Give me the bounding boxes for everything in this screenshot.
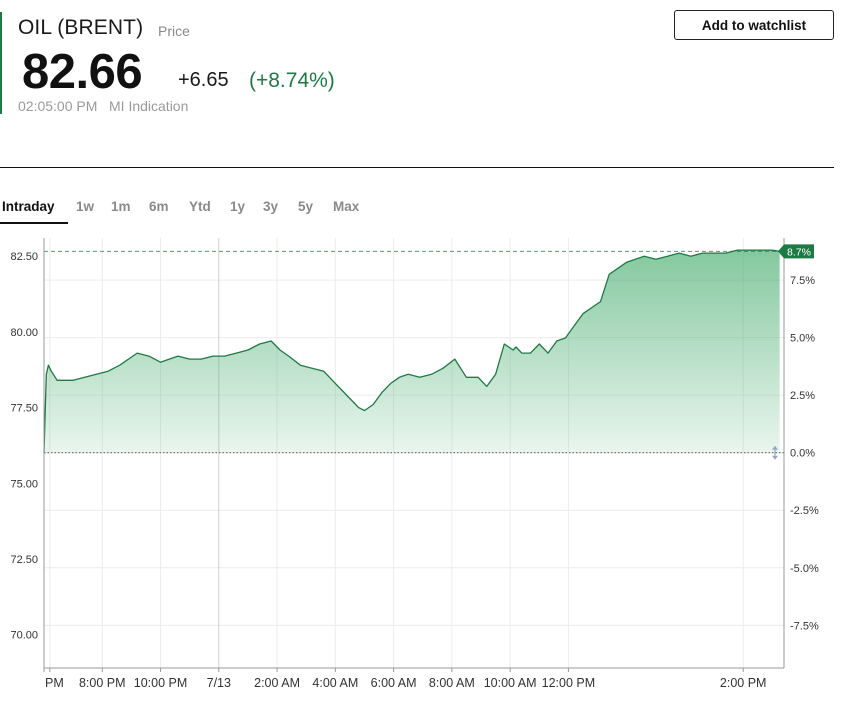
active-tab-indicator bbox=[0, 222, 68, 224]
quote-accent-bar bbox=[0, 12, 2, 114]
x-tick-label: 4:00 AM bbox=[312, 676, 358, 690]
x-tick-label: 12:00 PM bbox=[542, 676, 596, 690]
last-change-tag-label: 8.7% bbox=[787, 246, 811, 258]
y-tick-label-left: 70.00 bbox=[10, 630, 38, 642]
tab-3y[interactable]: 3y bbox=[263, 199, 278, 214]
tab-6m[interactable]: 6m bbox=[149, 199, 169, 214]
x-tick-label: 6:00 AM bbox=[371, 676, 417, 690]
quote-source: MI Indication bbox=[109, 98, 189, 114]
y-tick-label-left: 72.50 bbox=[10, 554, 38, 566]
tab-1y[interactable]: 1y bbox=[230, 199, 245, 214]
x-tick-label: 2:00 AM bbox=[254, 676, 300, 690]
y-tick-label-left: 75.00 bbox=[10, 478, 38, 490]
add-to-watchlist-button[interactable]: Add to watchlist bbox=[674, 10, 834, 40]
tab-ytd[interactable]: Ytd bbox=[189, 199, 211, 214]
tab-1w[interactable]: 1w bbox=[76, 199, 94, 214]
x-tick-label: PM bbox=[45, 676, 64, 690]
range-tabs: Intraday 1w 1m 6m Ytd 1y 3y 5y Max bbox=[0, 191, 400, 225]
tab-1m[interactable]: 1m bbox=[111, 199, 131, 214]
y-tick-label-right: -5.0% bbox=[790, 563, 819, 575]
y-tick-label-right: 2.5% bbox=[790, 390, 815, 402]
quote-time: 02:05:00 PM bbox=[18, 98, 98, 114]
price-chart[interactable]: 82.50 80.00 77.50 75.00 72.50 70.00 7.5% 5.0% 2.… bbox=[0, 232, 845, 706]
x-tick-label: 10:00 PM bbox=[134, 676, 188, 690]
tab-5y[interactable]: 5y bbox=[298, 199, 313, 214]
x-tick-label: 7/13 bbox=[207, 676, 231, 690]
y-tick-label-left: 77.50 bbox=[10, 403, 38, 415]
y-tick-label-right: 7.5% bbox=[790, 275, 815, 287]
price-change-percent: (+8.74%) bbox=[249, 69, 335, 92]
tab-intraday[interactable]: Intraday bbox=[2, 199, 55, 214]
y-tick-label-right: -7.5% bbox=[790, 620, 819, 632]
price-type-label: Price bbox=[158, 23, 190, 39]
last-price: 82.66 bbox=[22, 45, 143, 99]
x-tick-label: 2:00 PM bbox=[720, 676, 767, 690]
y-tick-label-left: 82.50 bbox=[10, 251, 38, 263]
x-tick-label: 8:00 PM bbox=[79, 676, 126, 690]
price-change: +6.65 bbox=[178, 69, 229, 91]
y-tick-label-left: 80.00 bbox=[10, 327, 38, 339]
tab-max[interactable]: Max bbox=[333, 199, 359, 214]
section-divider bbox=[0, 167, 834, 168]
y-tick-label-right: 0.0% bbox=[790, 448, 815, 460]
x-tick-label: 8:00 AM bbox=[429, 676, 475, 690]
x-tick-label: 10:00 AM bbox=[484, 676, 537, 690]
y-tick-label-right: -2.5% bbox=[790, 505, 819, 517]
instrument-name: OIL (BRENT) bbox=[18, 16, 144, 39]
y-tick-label-right: 5.0% bbox=[790, 333, 815, 345]
